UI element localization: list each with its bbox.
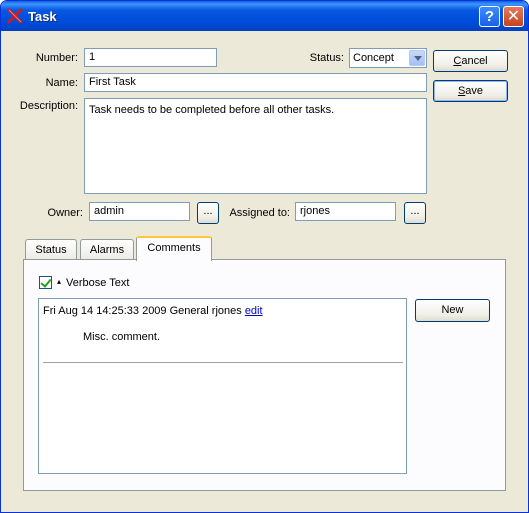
tab-comments[interactable]: Comments <box>136 236 212 261</box>
tab-status[interactable]: Status <box>25 239 77 260</box>
comment-header: Fri Aug 14 14:25:33 2009 General rjones … <box>43 305 263 317</box>
task-window: Task ? ✕ Number: 1 Status: Concept Cance… <box>0 0 529 513</box>
description-textarea[interactable]: Task needs to be completed before all ot… <box>84 98 427 194</box>
save-button[interactable]: Save <box>433 80 508 102</box>
help-button[interactable]: ? <box>479 6 500 27</box>
app-icon <box>7 8 23 24</box>
description-label: Description: <box>19 100 78 112</box>
comments-list[interactable]: Fri Aug 14 14:25:33 2009 General rjones … <box>38 298 407 474</box>
owner-lookup-button[interactable]: ... <box>197 202 219 224</box>
name-label: Name: <box>45 77 78 89</box>
window-title: Task <box>28 9 57 24</box>
assigned-lookup-button[interactable]: ... <box>404 202 426 224</box>
status-select[interactable]: Concept <box>349 48 427 68</box>
verbose-label: Verbose Text <box>66 277 130 289</box>
comment-divider <box>43 362 403 363</box>
tab-alarms[interactable]: Alarms <box>80 239 134 260</box>
number-label: Number: <box>35 52 78 64</box>
assigned-field[interactable]: rjones <box>295 202 396 221</box>
cancel-label: ancel <box>461 55 488 67</box>
status-label: Status: <box>309 52 344 64</box>
number-field[interactable]: 1 <box>84 48 217 67</box>
title-bar: Task ? ✕ <box>1 1 528 31</box>
caret-icon: ▴ <box>57 277 62 286</box>
verbose-checkbox[interactable] <box>39 276 52 289</box>
comment-meta: Fri Aug 14 14:25:33 2009 General rjones <box>43 305 242 317</box>
new-comment-button[interactable]: New <box>415 299 490 322</box>
comment-edit-link[interactable]: edit <box>245 305 263 317</box>
comment-body: Misc. comment. <box>83 331 161 343</box>
assigned-label: Assigned to: <box>229 207 290 219</box>
cancel-button[interactable]: Cancel <box>433 50 508 72</box>
status-value: Concept <box>353 52 394 64</box>
close-button[interactable]: ✕ <box>503 6 524 27</box>
chevron-down-icon[interactable] <box>409 50 425 66</box>
owner-field[interactable]: admin <box>89 202 190 221</box>
name-field[interactable]: First Task <box>84 73 427 92</box>
owner-label: Owner: <box>47 207 83 219</box>
save-label: ave <box>465 85 484 97</box>
